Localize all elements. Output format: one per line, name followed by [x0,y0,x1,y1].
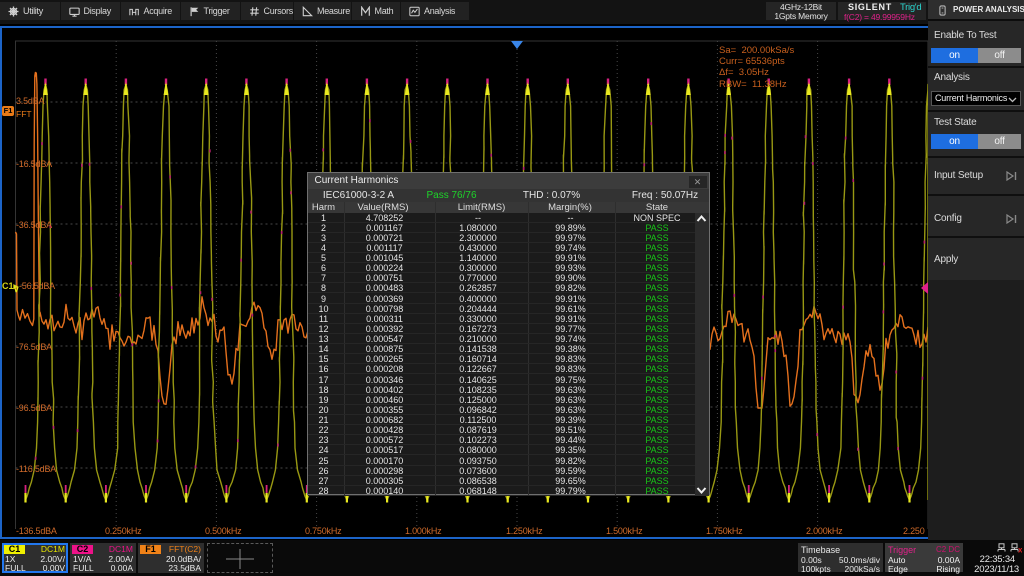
svg-text:x: x [1018,546,1022,554]
